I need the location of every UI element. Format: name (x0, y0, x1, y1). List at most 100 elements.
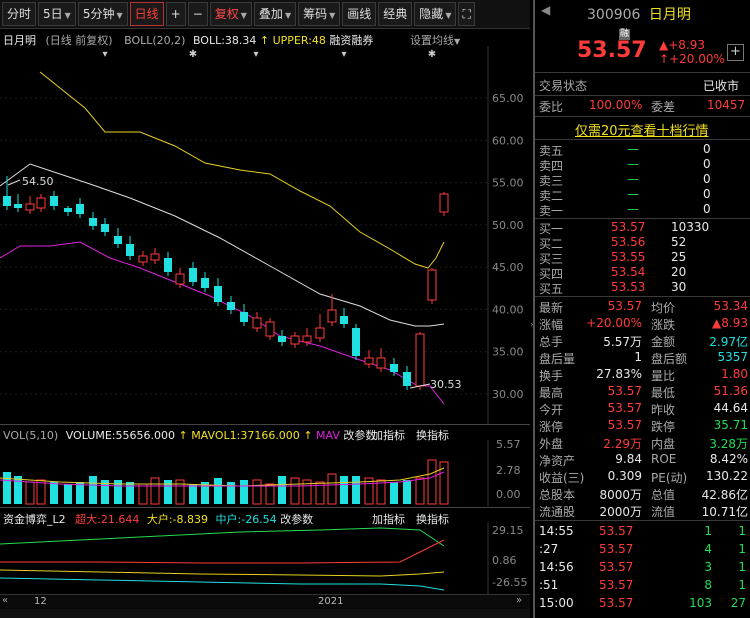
candle-down[interactable] (340, 316, 348, 324)
ask-row[interactable]: 卖五 —0 (535, 142, 750, 158)
chart-toolbar: 分时 5日 ▼ 5分钟 ▼ 日线 + − 复权 ▼ 叠加 ▼ 筹码 ▼ 画线 经典 隐藏 ▼… (0, 0, 530, 29)
time-scrollbar[interactable]: « 12 2021 » (0, 594, 530, 609)
zoom-out-button[interactable]: − (187, 2, 208, 26)
candle-up[interactable] (150, 253, 160, 261)
add-watchlist-button[interactable]: + (727, 44, 744, 61)
candle-up[interactable] (25, 203, 35, 211)
event-marker-icon[interactable]: ▾ (341, 49, 346, 60)
fullscreen-icon[interactable]: ⛶ (458, 2, 475, 26)
draw-line-button[interactable]: 画线 (342, 2, 377, 26)
stat-value: 2.97亿 (709, 335, 748, 349)
stat-label: ROE (651, 452, 677, 466)
bid-row[interactable]: 买一 53.57 10330 (535, 220, 750, 236)
candle-down[interactable] (3, 196, 11, 206)
stat-value: 1.80 (721, 367, 748, 381)
adjust-button[interactable]: 复权 ▼ (209, 2, 252, 26)
candle-down[interactable] (390, 364, 398, 372)
candle-down[interactable] (278, 336, 286, 342)
candle-up[interactable] (327, 309, 337, 323)
candle-up[interactable] (290, 335, 300, 345)
tick-count: 1 (738, 578, 746, 592)
tab-5min[interactable]: 5分钟 ▼ (77, 2, 128, 26)
up-triangle-icon: ▲ (659, 38, 669, 52)
y-tick-label: 35.00 (492, 346, 524, 359)
ask-row[interactable]: 卖二 —0 (535, 187, 750, 203)
candle-down[interactable] (101, 224, 109, 232)
candle-up[interactable] (175, 273, 185, 285)
candle-up[interactable] (252, 317, 262, 329)
ask-price: — (627, 202, 639, 216)
candle-down[interactable] (403, 372, 411, 386)
hide-button[interactable]: 隐藏 ▼ (414, 2, 457, 26)
candle-up[interactable] (364, 357, 374, 365)
candle-down[interactable] (114, 236, 122, 244)
candle-up[interactable] (302, 335, 312, 343)
candle-down[interactable] (189, 268, 197, 282)
event-marker-icon[interactable]: ▾ (102, 49, 107, 60)
y-tick-label: 60.00 (492, 134, 524, 147)
chevron-down-icon: ▼ (64, 11, 71, 20)
tick-count: 1 (738, 542, 746, 556)
stat-value: ▲8.93 (712, 316, 748, 330)
candle-down[interactable] (89, 218, 97, 226)
stat-value: 5357 (717, 350, 748, 364)
candle-up[interactable] (415, 333, 425, 387)
candle-up[interactable] (427, 269, 437, 301)
tick-volume: 8 (704, 578, 712, 592)
ask-price: — (627, 157, 639, 171)
bid-row[interactable]: 买二 53.56 52 (535, 235, 750, 251)
tick-count: 27 (730, 596, 746, 610)
chips-button[interactable]: 筹码 ▼ (298, 2, 341, 26)
tab-daily[interactable]: 日线 (129, 2, 164, 26)
candle-down[interactable] (76, 204, 84, 214)
panel-left-icon[interactable]: ◀ (541, 3, 550, 17)
ask-row[interactable]: 卖一 — 0 (535, 202, 750, 218)
price-change-pct: ↑+20.00% (659, 52, 725, 66)
event-marker-icon[interactable]: ▾ (253, 49, 258, 60)
y-tick-label: 55.00 (492, 177, 524, 190)
ask-label: 卖一 (539, 204, 564, 218)
ask-row[interactable]: 卖四 —0 (535, 157, 750, 173)
stat-row: 总手 5.57万 金额 2.97亿 (535, 333, 750, 349)
candle-up[interactable] (265, 321, 275, 337)
candle-down[interactable] (240, 312, 248, 322)
quote-panel: ◀ 300906 日月明 融 53.57 ▲+8.93 ↑+20.00% + 交… (533, 0, 750, 618)
bid-row[interactable]: 买四 53.54 20 (535, 265, 750, 281)
tab-5day[interactable]: 5日 ▼ (38, 2, 76, 26)
candle-down[interactable] (164, 258, 172, 272)
overlay-button[interactable]: 叠加 ▼ (253, 2, 297, 26)
scroll-left-icon[interactable]: « (2, 595, 8, 606)
ask-row[interactable]: 卖三 —0 (535, 172, 750, 188)
scroll-right-icon[interactable]: » (516, 595, 522, 606)
bid-price: 53.55 (611, 250, 646, 264)
candle-down[interactable] (201, 278, 209, 288)
level2-promo-link[interactable]: 仅需20元查看十档行情 (575, 120, 709, 139)
bid-price: 53.56 (611, 235, 646, 249)
candle-up[interactable] (36, 197, 46, 209)
candle-up[interactable] (138, 255, 148, 263)
bid-row[interactable]: 买五 53.53 30 (535, 280, 750, 296)
high-marker-label: 54.50 (22, 175, 54, 188)
bid-row[interactable]: 买三 53.55 25 (535, 250, 750, 266)
classic-button[interactable]: 经典 (378, 2, 413, 26)
high-marker-line (7, 179, 21, 186)
candle-up[interactable] (439, 193, 449, 213)
tab-intraday[interactable]: 分时 (2, 2, 37, 26)
candle-down[interactable] (50, 196, 58, 206)
candle-up[interactable] (376, 357, 386, 369)
candle-down[interactable] (227, 302, 235, 310)
zoom-in-button[interactable]: + (165, 2, 186, 26)
volume-bar (327, 473, 337, 505)
stat-label: 均价 (651, 301, 676, 315)
candle-down[interactable] (126, 244, 134, 256)
kline-chart[interactable]: ▾ ✱ ▾ ▾ ✱ 65.00 60.00 55.00 50.00 45.00 40.00 35.0… (0, 46, 530, 424)
chevron-down-icon: ▼ (116, 11, 123, 20)
event-marker-icon[interactable]: ✱ (189, 49, 197, 60)
stat-value: 5.57万 (603, 335, 642, 349)
candle-up[interactable] (315, 327, 325, 339)
event-marker-icon[interactable]: ✱ (428, 49, 436, 60)
candle-down[interactable] (352, 328, 360, 356)
candle-down[interactable] (14, 204, 22, 208)
candle-down[interactable] (64, 208, 72, 212)
candle-down[interactable] (214, 286, 222, 302)
